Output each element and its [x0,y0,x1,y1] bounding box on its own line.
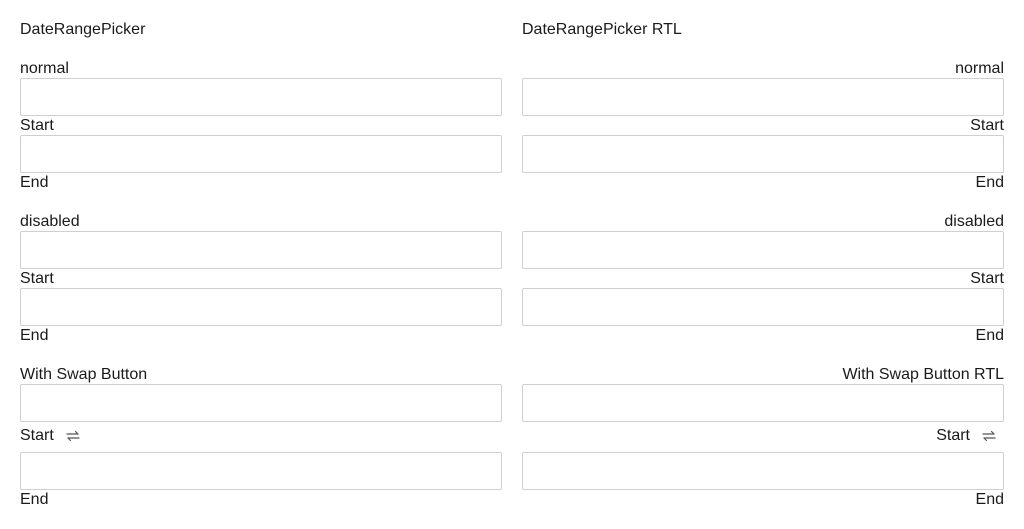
start-date-input[interactable] [522,78,1004,116]
end-date-input-disabled [522,288,1004,326]
start-date-input-disabled [522,231,1004,269]
end-label: End [20,327,49,344]
section-label-swap: With Swap Button RTL [842,366,1004,383]
end-date-input-swap[interactable] [20,452,502,490]
end-date-input-swap[interactable] [522,452,1004,490]
start-date-input-disabled [20,231,502,269]
end-date-input-disabled [20,288,502,326]
panel-title: DateRangePicker RTL [522,21,682,38]
end-date-input[interactable] [522,135,1004,173]
end-label: End [20,491,49,508]
start-label: Start [970,117,1004,134]
end-label: End [975,327,1004,344]
start-label: Start [970,270,1004,287]
end-date-input[interactable] [20,135,502,173]
section-label-normal: normal [955,60,1004,77]
start-date-input-swap[interactable] [522,384,1004,422]
end-label: End [975,174,1004,191]
swap-arrows-icon[interactable] [65,428,81,444]
section-label-swap: With Swap Button [20,366,148,383]
section-label-normal: normal [20,60,69,77]
swap-arrows-icon[interactable] [981,428,997,444]
section-label-disabled: disabled [944,213,1004,230]
end-label: End [20,174,49,191]
start-label: Start [20,427,54,444]
start-label: Start [20,117,54,134]
start-date-input[interactable] [20,78,502,116]
section-label-disabled: disabled [20,213,80,230]
start-date-input-swap[interactable] [20,384,502,422]
end-label: End [975,491,1004,508]
start-label: Start [20,270,54,287]
panel-title: DateRangePicker [20,21,146,38]
start-label: Start [936,427,970,444]
